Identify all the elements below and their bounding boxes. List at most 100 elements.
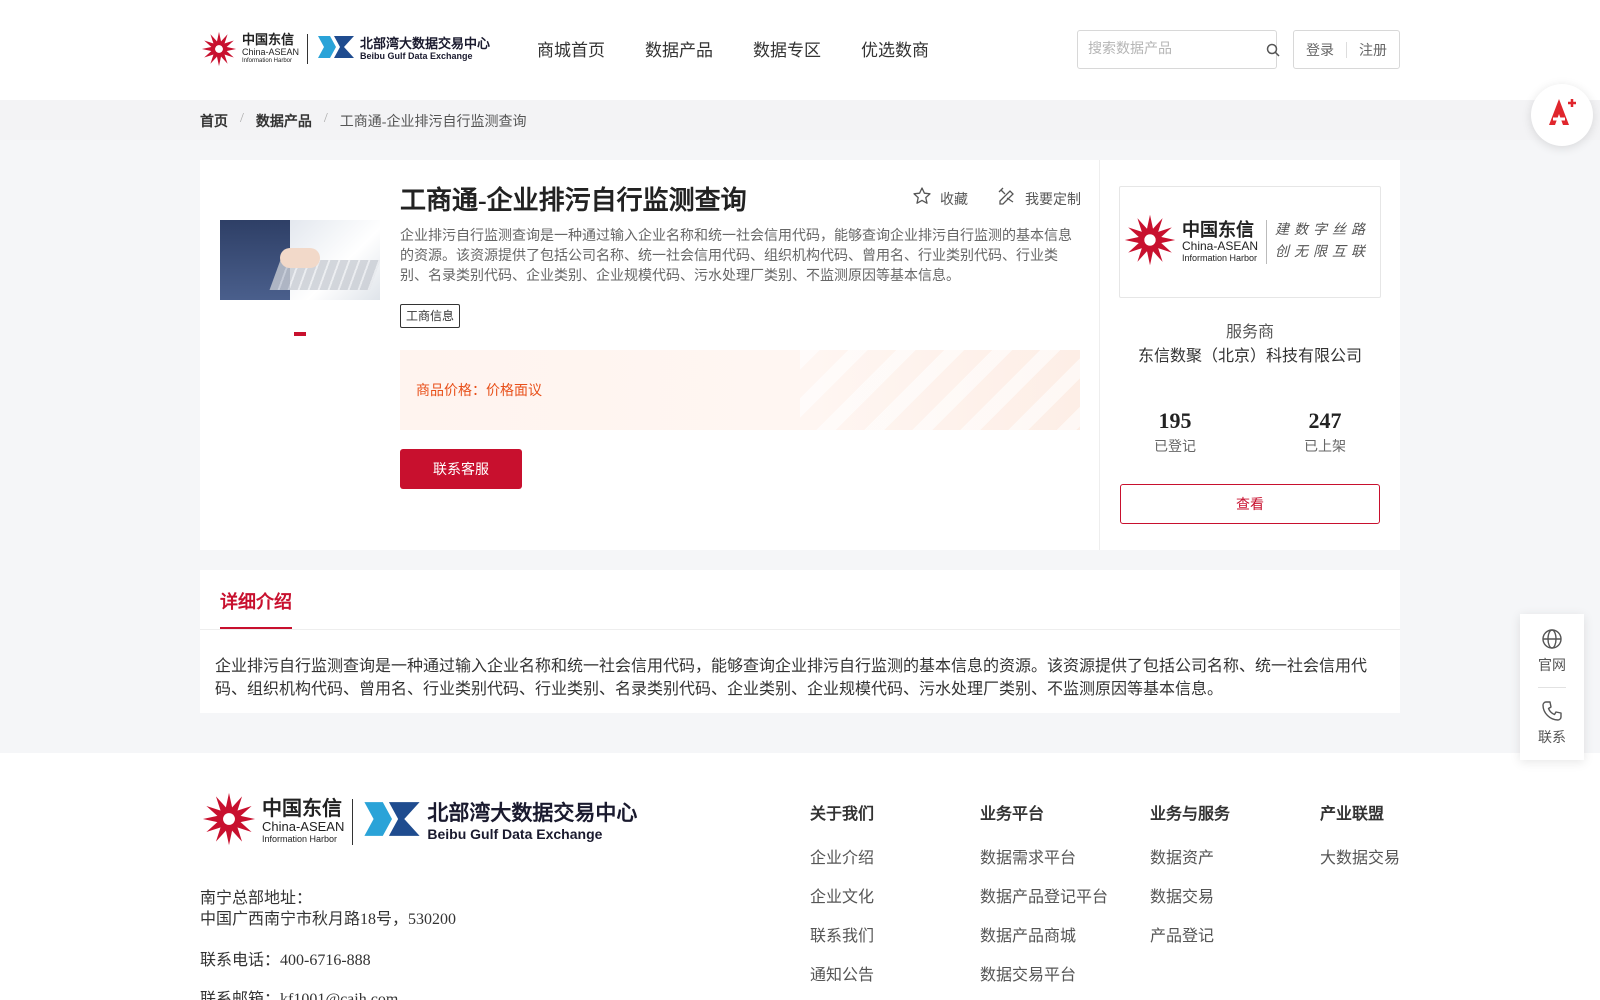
footer-col-title: 业务平台 <box>980 806 1045 823</box>
china-asean-logo-icon <box>200 30 238 68</box>
login-link[interactable]: 登录 <box>1306 40 1334 60</box>
footer-link[interactable]: 数据资产 <box>1150 844 1230 883</box>
nav-data-products[interactable]: 数据产品 <box>645 36 713 61</box>
provider-logo-line1: 中国东信 <box>1182 220 1254 240</box>
search-box <box>1077 30 1280 69</box>
footer-link[interactable]: 数据需求平台 <box>980 844 1108 883</box>
customize-icon <box>997 186 1017 211</box>
side-float-bar: 官网 联系 <box>1520 614 1584 760</box>
price-value: 价格面议 <box>486 384 542 399</box>
side-official-label: 官网 <box>1538 659 1566 674</box>
logo-cn-line3: Information Harbor <box>242 58 293 64</box>
listed-label: 已上架 <box>1304 440 1346 455</box>
breadcrumb-section[interactable]: 数据产品 <box>256 111 312 131</box>
favorite-button[interactable]: 收藏 <box>912 186 968 211</box>
footer-col-title: 业务与服务 <box>1150 806 1231 823</box>
logo-divider <box>307 34 309 64</box>
logo-divider <box>352 798 354 845</box>
listed-count: 247 <box>1308 408 1342 433</box>
address-text: 中国广西南宁市秋月路18号，530200 <box>200 911 457 928</box>
star-icon <box>912 186 932 211</box>
footer-link[interactable]: 数据产品商城 <box>980 922 1108 961</box>
breadcrumb-home[interactable]: 首页 <box>200 111 228 131</box>
nav-mall-home[interactable]: 商城首页 <box>537 36 605 61</box>
globe-icon <box>1520 628 1584 655</box>
auth-box: 登录 注册 <box>1293 30 1400 69</box>
beibu-gulf-logo-icon <box>316 32 356 67</box>
logo-bg-line2: Beibu Gulf Data Exchange <box>360 51 473 61</box>
product-thumbnail[interactable] <box>220 220 380 300</box>
footer-logo: 中国东信 China-ASEAN Information Harbor 北部湾大… <box>200 790 637 853</box>
footer-link[interactable]: 数据产品登记平台 <box>980 883 1108 922</box>
breadcrumb-current: 工商通-企业排污自行监测查询 <box>339 115 527 130</box>
ai-assistant-button[interactable] <box>1531 84 1593 146</box>
footer-link[interactable]: 产品登记 <box>1150 922 1230 961</box>
site-header: 中国东信 China-ASEAN Information Harbor 北部湾大… <box>0 0 1600 100</box>
nav-preferred-merchants[interactable]: 优选数商 <box>861 36 929 61</box>
footer-col-services: 业务与服务 数据资产 数据交易 产品登记 <box>1150 800 1230 961</box>
footer-link[interactable]: 企业介绍 <box>810 844 874 883</box>
auth-divider <box>1346 41 1347 58</box>
footer-link[interactable]: 通知公告 <box>810 961 874 1000</box>
logo-cn-line2: China-ASEAN <box>242 47 300 57</box>
site-logo[interactable]: 中国东信 China-ASEAN Information Harbor 北部湾大… <box>200 30 490 68</box>
provider-name: 东信数聚（北京）科技有限公司 <box>1137 348 1362 365</box>
favorite-label: 收藏 <box>940 192 968 208</box>
footer-logo-bg-line1: 北部湾大数据交易中心 <box>427 801 638 825</box>
registered-label: 已登记 <box>1154 440 1196 455</box>
float-divider <box>1538 687 1566 688</box>
breadcrumb-separator: / <box>323 111 328 126</box>
footer-logo-cn-line2: China-ASEAN <box>262 819 345 834</box>
product-title: 工商通-企业排污自行监测查询 <box>400 186 747 215</box>
provider-logo-line3: Information Harbor <box>1182 253 1258 263</box>
footer-link[interactable]: 数据交易平台 <box>980 961 1108 1000</box>
logo-divider <box>1266 220 1268 264</box>
slogan-line1: 建数字丝路 <box>1275 223 1371 238</box>
register-link[interactable]: 注册 <box>1359 40 1387 60</box>
beibu-gulf-logo-icon <box>361 796 423 847</box>
view-provider-button[interactable]: 查看 <box>1120 484 1380 524</box>
email-text: 联系邮箱：kf1001@caih.com <box>200 991 399 1000</box>
contact-service-button[interactable]: 联系客服 <box>400 449 522 489</box>
footer-logo-cn-line1: 中国东信 <box>262 798 342 820</box>
registered-stat: 195 已登记 <box>1125 408 1225 456</box>
price-label: 商品价格： <box>416 384 486 399</box>
logo-cn-line1: 中国东信 <box>242 32 295 47</box>
phone-text: 联系电话：400-6716-888 <box>200 952 371 969</box>
search-input[interactable] <box>1078 31 1266 68</box>
footer-col-alliance: 产业联盟 大数据交易 <box>1320 800 1400 883</box>
provider-logo: 中国东信 China-ASEAN Information Harbor 建数字丝… <box>1119 186 1381 298</box>
footer-col-title: 产业联盟 <box>1320 806 1385 823</box>
search-icon[interactable] <box>1266 43 1280 57</box>
customize-label: 我要定制 <box>1025 192 1081 208</box>
china-asean-logo-icon <box>200 790 258 853</box>
price-line: 商品价格：价格面议 <box>416 380 542 400</box>
china-asean-logo-icon <box>1122 212 1178 273</box>
side-contact-label: 联系 <box>1538 731 1566 746</box>
breadcrumb-separator: / <box>240 111 244 126</box>
footer-col-platform: 业务平台 数据需求平台 数据产品登记平台 数据产品商城 数据交易平台 <box>980 800 1108 1000</box>
footer-link[interactable]: 联系我们 <box>810 922 874 961</box>
side-official-site[interactable]: 官网 <box>1520 628 1584 675</box>
footer-link[interactable]: 大数据交易 <box>1320 844 1400 883</box>
breadcrumb: 首页 / 数据产品 / 工商通-企业排污自行监测查询 <box>200 111 526 131</box>
footer-col-about: 关于我们 企业介绍 企业文化 联系我们 通知公告 <box>810 800 874 1000</box>
footer-link[interactable]: 企业文化 <box>810 883 874 922</box>
customize-button[interactable]: 我要定制 <box>997 186 1081 211</box>
listed-stat: 247 已上架 <box>1275 408 1375 456</box>
slogan-line2: 创无限互联 <box>1275 245 1371 260</box>
logo-bg-line1: 北部湾大数据交易中心 <box>360 36 491 51</box>
registered-count: 195 <box>1158 408 1192 433</box>
main-nav: 商城首页 数据产品 数据专区 优选数商 <box>537 36 929 61</box>
footer-col-title: 关于我们 <box>810 806 875 823</box>
footer-logo-bg-line2: Beibu Gulf Data Exchange <box>427 825 603 842</box>
footer-link[interactable]: 数据交易 <box>1150 883 1230 922</box>
nav-data-zone[interactable]: 数据专区 <box>753 36 821 61</box>
thumbnail-indicator[interactable] <box>294 332 306 336</box>
product-tag: 工商信息 <box>400 304 461 328</box>
phone-icon <box>1520 700 1584 727</box>
tab-detail[interactable]: 详细介绍 <box>220 588 292 614</box>
provider-logo-line2: China-ASEAN <box>1182 239 1259 253</box>
side-contact[interactable]: 联系 <box>1520 700 1584 747</box>
product-description: 企业排污自行监测查询是一种通过输入企业名称和统一社会信用代码，能够查询企业排污自… <box>400 229 1072 284</box>
